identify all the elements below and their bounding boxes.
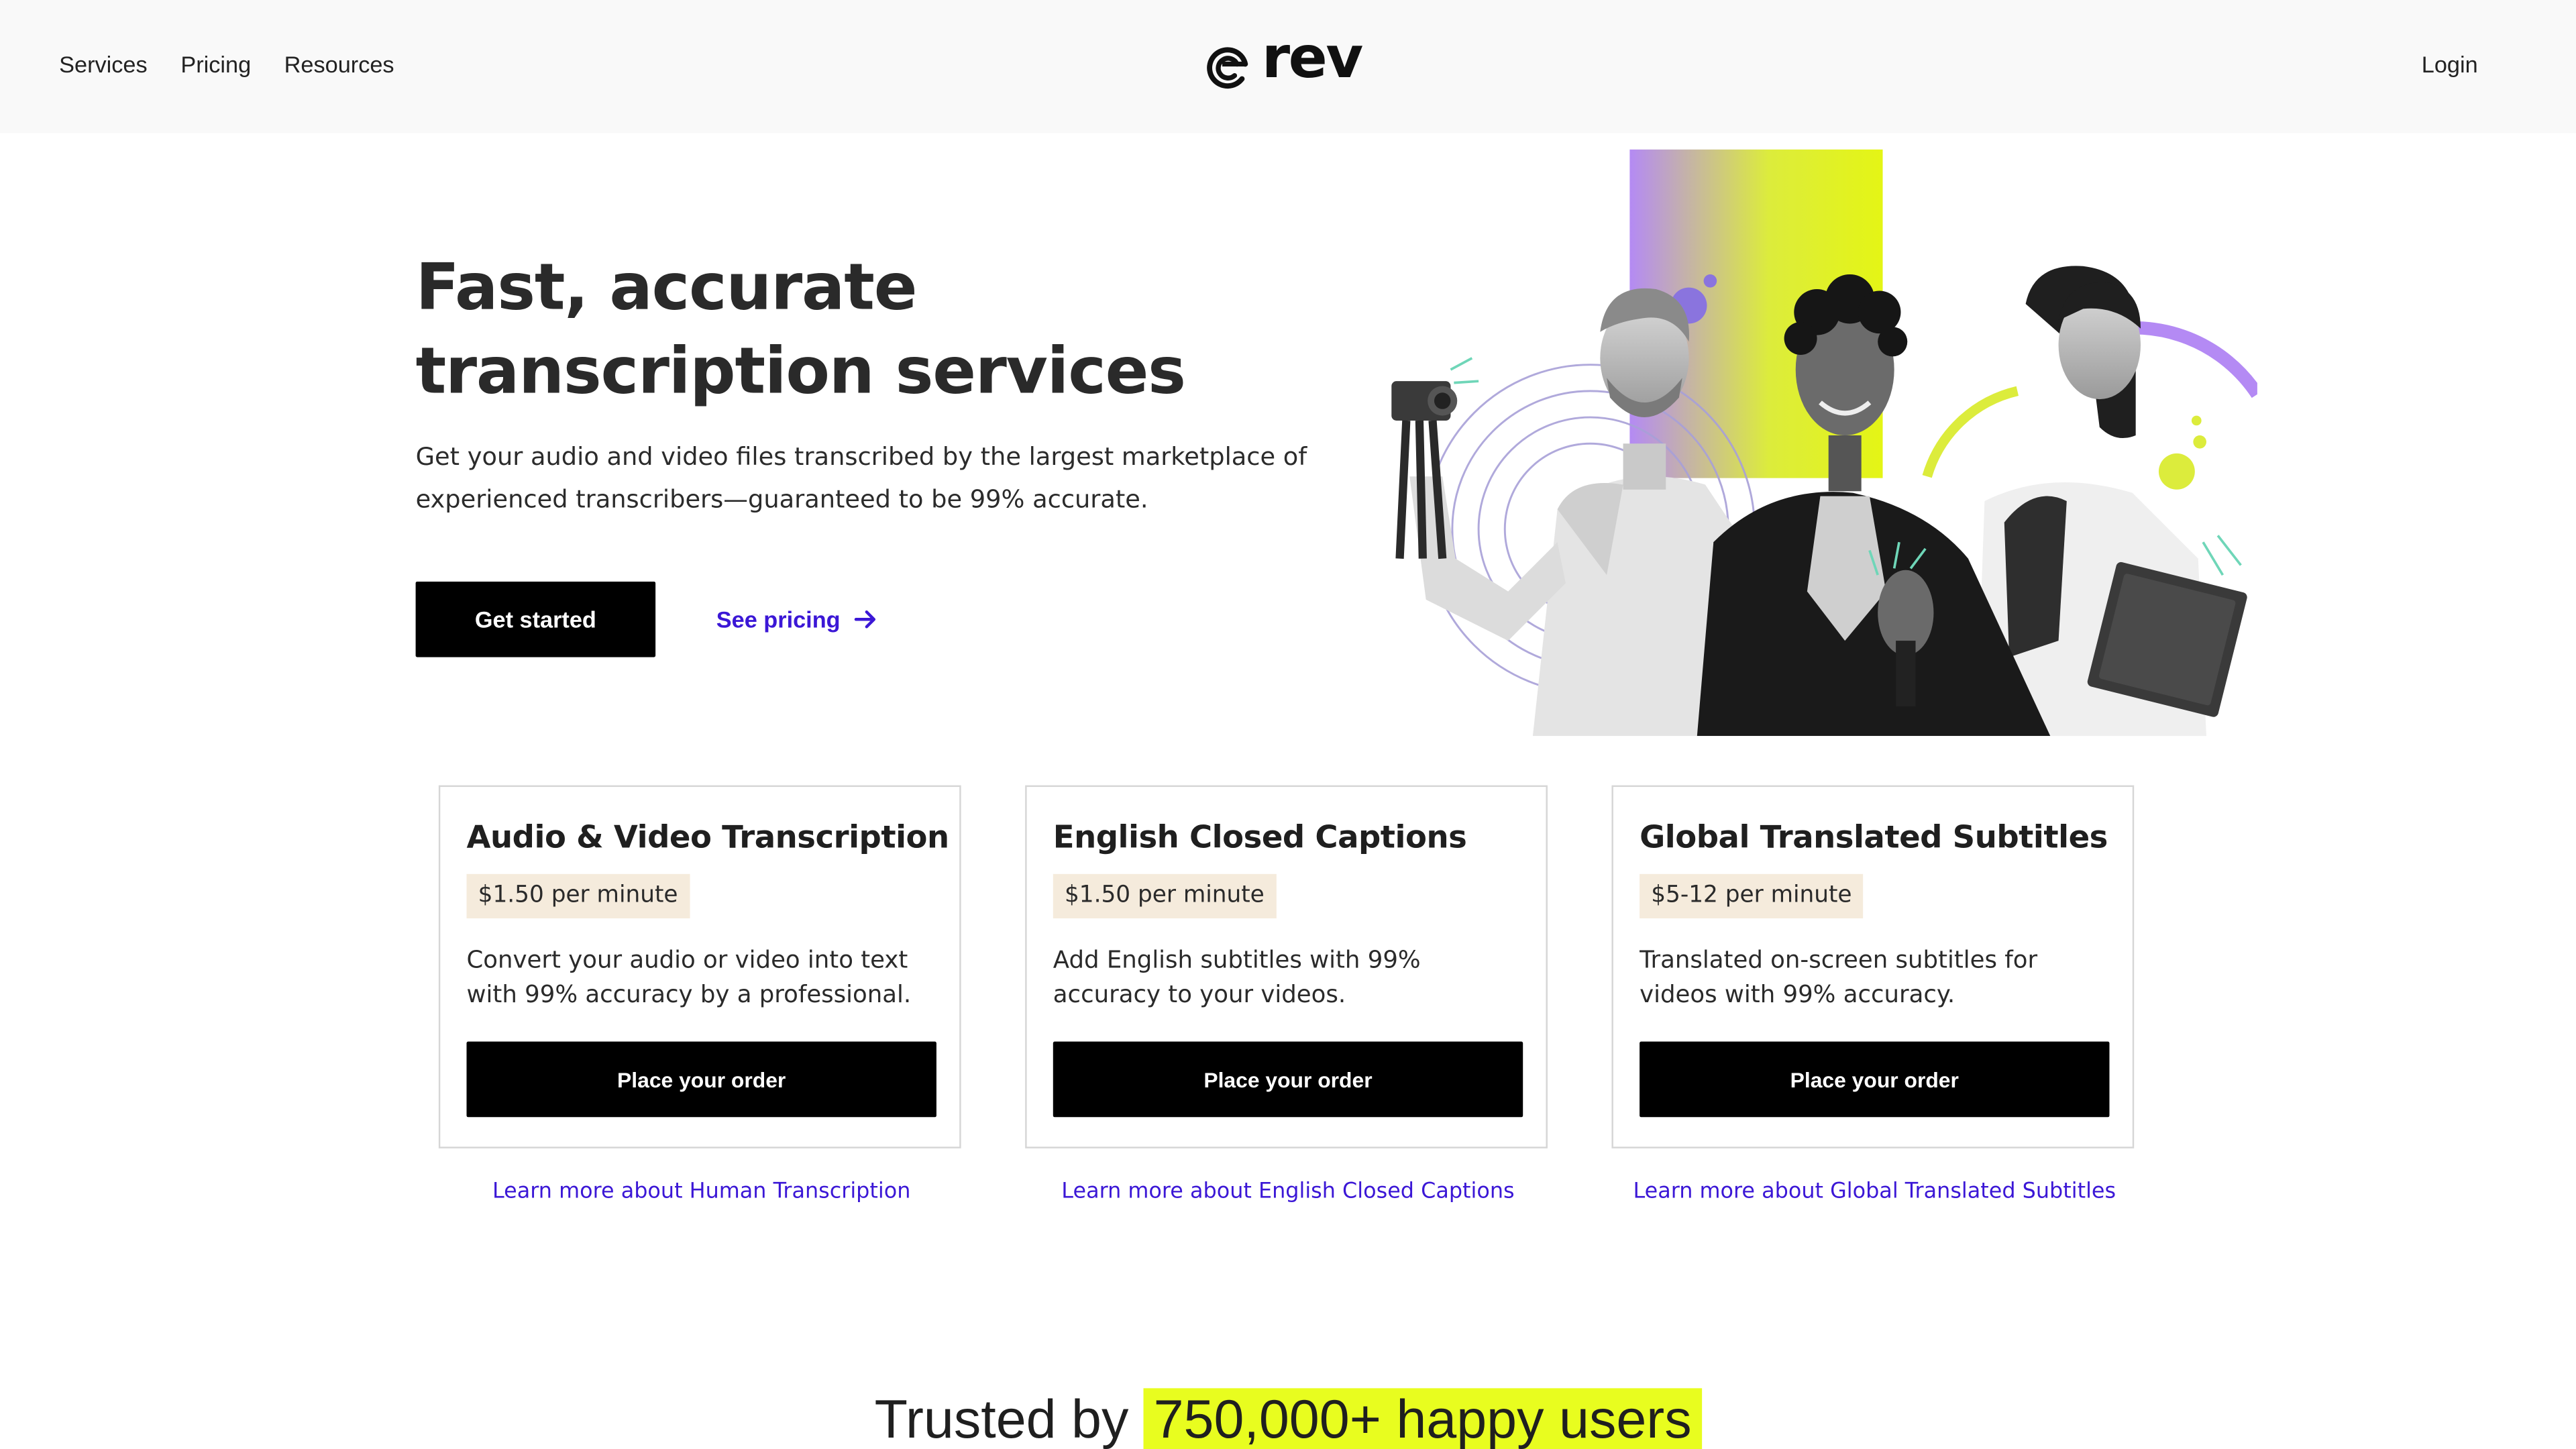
login-link[interactable]: Login xyxy=(2422,51,2478,77)
see-pricing-link[interactable]: See pricing xyxy=(716,601,880,637)
card-description: Translated on-screen subtitles for video… xyxy=(1640,948,2038,1009)
purple-dot-small xyxy=(1703,274,1717,288)
lime-dot xyxy=(2158,453,2195,490)
trusted-prefix: Trusted by xyxy=(874,1388,1129,1449)
lime-arc xyxy=(1922,386,2019,478)
price-badge: $1.50 per minute xyxy=(466,873,690,918)
rev-logo-icon xyxy=(1207,47,1248,89)
nav-pricing[interactable]: Pricing xyxy=(180,51,251,77)
place-order-button[interactable]: Place your order xyxy=(1053,1041,1523,1118)
price-badge: $5-12 per minute xyxy=(1640,873,1864,918)
nav-services[interactable]: Services xyxy=(59,51,147,77)
service-card-captions: English Closed Captions $1.50 per minute… xyxy=(1025,785,1548,1148)
price-badge: $1.50 per minute xyxy=(1053,873,1276,918)
logo-wordmark: rev xyxy=(1261,26,1363,93)
top-navigation: Services Pricing Resources rev Login xyxy=(0,0,2576,133)
card-title: Global Translated Subtitles xyxy=(1640,820,2108,856)
get-started-button[interactable]: Get started xyxy=(415,581,656,657)
service-card-subtitles: Global Translated Subtitles $5-12 per mi… xyxy=(1611,785,2135,1148)
card-description: Add English subtitles with 99% accuracy … xyxy=(1053,948,1421,1009)
card-title: English Closed Captions xyxy=(1053,820,1467,856)
hero-illustration xyxy=(1391,149,2257,737)
trusted-highlight: 750,000+ happy users xyxy=(1143,1388,1702,1449)
learn-more-transcription-link[interactable]: Learn more about Human Transcription xyxy=(439,1179,965,1204)
trusted-by-heading: Trusted by 750,000+ happy users xyxy=(0,1388,2576,1449)
card-title: Audio & Video Transcription xyxy=(466,820,950,856)
rev-logo[interactable]: rev xyxy=(1206,26,1374,95)
see-pricing-label: See pricing xyxy=(716,606,841,633)
hero-subtitle: Get your audio and video files transcrib… xyxy=(415,441,1307,515)
lime-dot-tiny xyxy=(2191,415,2202,426)
card-description: Convert your audio or video into text wi… xyxy=(466,948,912,1009)
service-card-transcription: Audio & Video Transcription $1.50 per mi… xyxy=(438,785,961,1148)
learn-more-subtitles-link[interactable]: Learn more about Global Translated Subti… xyxy=(1611,1179,2137,1204)
hero-title: Fast, accurate transcription services xyxy=(415,251,1186,409)
nav-resources[interactable]: Resources xyxy=(284,51,394,77)
place-order-button[interactable]: Place your order xyxy=(466,1041,936,1118)
arrow-right-icon xyxy=(855,610,877,629)
lime-dot-small xyxy=(2193,435,2206,449)
learn-more-captions-link[interactable]: Learn more about English Closed Captions xyxy=(1025,1179,1551,1204)
place-order-button[interactable]: Place your order xyxy=(1640,1041,2110,1118)
